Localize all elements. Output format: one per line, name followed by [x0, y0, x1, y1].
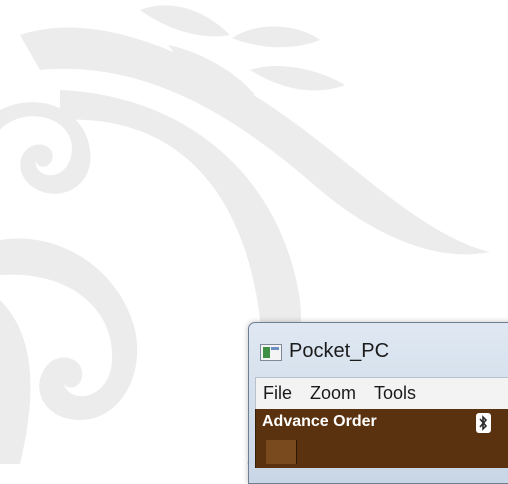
device-header-bar: Advance Order: [255, 409, 508, 438]
emulator-window: Pocket_PC File Zoom Tools Advance Order: [248, 322, 508, 484]
app-window-icon: [260, 344, 282, 361]
menu-zoom[interactable]: Zoom: [310, 383, 356, 404]
menubar: File Zoom Tools: [255, 377, 508, 409]
menu-tools[interactable]: Tools: [374, 383, 416, 404]
menu-file[interactable]: File: [263, 383, 292, 404]
bluetooth-icon[interactable]: [476, 413, 491, 433]
device-screen-title: Advance Order: [262, 413, 377, 430]
window-titlebar[interactable]: Pocket_PC: [249, 323, 508, 377]
content-cell: [266, 440, 297, 464]
window-title: Pocket_PC: [289, 340, 390, 362]
